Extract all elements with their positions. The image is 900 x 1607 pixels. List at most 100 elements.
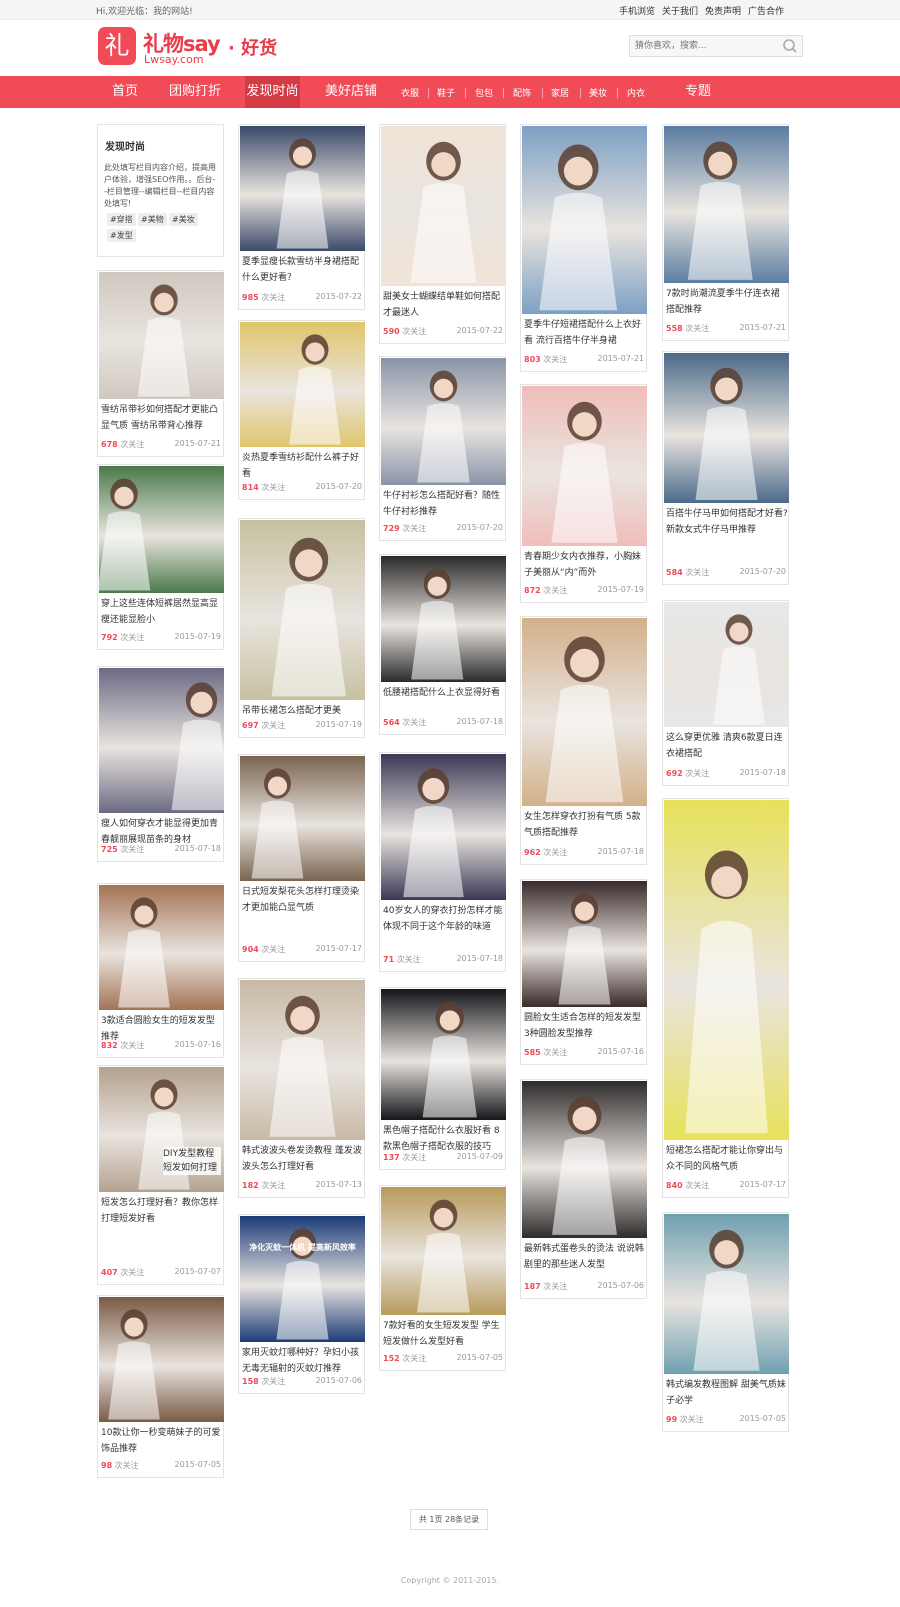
card-title[interactable]: 夏季显瘦长款雪纺半身裙搭配什么更好看？ xyxy=(242,254,364,286)
card-image[interactable] xyxy=(664,126,789,283)
card-title[interactable]: 短裙怎么搭配才能让你穿出与众不同的风格气质 xyxy=(666,1143,788,1175)
feed-card[interactable]: 日式短发梨花头怎样打理烫染才更加能凸显气质 904 次关注 2015-07-17 xyxy=(238,754,365,962)
card-image[interactable] xyxy=(664,800,789,1140)
feed-card[interactable]: 青春期少女内衣推荐，小胸妹子美丽从“内”而外 872 次关注 2015-07-19 xyxy=(520,384,647,603)
feed-card[interactable]: 夏季显瘦长款雪纺半身裙搭配什么更好看？ 985 次关注 2015-07-22 xyxy=(238,124,365,310)
card-image[interactable] xyxy=(522,1081,647,1238)
feed-card[interactable]: 穿上这些连体短裤居然显高显瘦还能显脸小 792 次关注 2015-07-19 xyxy=(97,464,224,650)
ads-link[interactable]: 广告合作 xyxy=(748,7,784,17)
card-title[interactable]: 百搭牛仔马甲如何搭配才好看?新款女式牛仔马甲推荐 xyxy=(666,506,788,538)
card-title[interactable]: 女生怎样穿衣打扮有气质 5款气质搭配推荐 xyxy=(524,809,646,841)
tag-outfit[interactable]: #穿搭 xyxy=(107,213,136,226)
tag-goods[interactable]: #美物 xyxy=(138,213,167,226)
feed-card[interactable]: 圆脸女生适合怎样的短发发型 3种圆脸发型推荐 585 次关注 2015-07-16 xyxy=(520,879,647,1065)
disclaimer-link[interactable]: 免责声明 xyxy=(705,7,741,17)
search-button[interactable] xyxy=(780,37,800,55)
nav-accessories[interactable]: 配饰 xyxy=(513,76,531,108)
card-image[interactable]: DIY发型教程 短发如何打理 xyxy=(99,1067,224,1192)
card-image[interactable] xyxy=(381,126,506,286)
card-title[interactable]: 吊带长裙怎么搭配才更美 xyxy=(242,703,364,719)
card-image[interactable] xyxy=(381,556,506,682)
feed-card[interactable]: 炎热夏季雪纺衫配什么裤子好看 814 次关注 2015-07-20 xyxy=(238,320,365,500)
card-title[interactable]: 雪纺吊带衫如何搭配才更能凸显气质 雪纺吊带背心推荐 xyxy=(101,402,223,434)
feed-card[interactable]: 3款适合圆脸女生的短发发型推荐 832 次关注 2015-07-16 xyxy=(97,883,224,1058)
card-title[interactable]: 夏季牛仔短裙搭配什么上衣好看 流行百搭牛仔半身裙 xyxy=(524,317,646,349)
card-image[interactable] xyxy=(99,272,224,399)
feed-card[interactable]: 黑色帽子搭配什么衣服好看 8款黑色帽子搭配衣服的技巧 137 次关注 2015-07… xyxy=(379,987,506,1170)
card-title[interactable]: 40岁女人的穿衣打扮怎样才能体现不同于这个年龄的味道 xyxy=(383,903,505,935)
card-image[interactable] xyxy=(97,466,224,593)
tag-makeup[interactable]: #美妆 xyxy=(169,213,198,226)
card-image[interactable] xyxy=(522,618,647,806)
tag-hair[interactable]: #发型 xyxy=(107,229,136,242)
feed-card[interactable]: 最新韩式蛋卷头的烫法 说说韩剧里的那些迷人发型 187 次关注 2015-07-06 xyxy=(520,1079,647,1299)
card-title[interactable]: 7款时尚潮流夏季牛仔连衣裙搭配推荐 xyxy=(666,286,788,318)
card-title[interactable]: 韩式波波头卷发烫教程 蓬发波波头怎么打理好看 xyxy=(242,1143,364,1175)
card-title[interactable]: 穿上这些连体短裤居然显高显瘦还能显脸小 xyxy=(101,596,223,628)
feed-card[interactable]: 夏季牛仔短裙搭配什么上衣好看 流行百搭牛仔半身裙 803 次关注 2015-07-2… xyxy=(520,124,647,372)
card-image[interactable] xyxy=(240,756,365,881)
card-image[interactable]: 净化灭蚊一体机 提高新风效率 xyxy=(240,1216,365,1342)
card-image[interactable] xyxy=(381,1187,506,1315)
feed-card[interactable]: 短裙怎么搭配才能让你穿出与众不同的风格气质 840 次关注 2015-07-17 xyxy=(662,798,789,1198)
card-image[interactable] xyxy=(99,885,224,1010)
feed-card[interactable]: DIY发型教程 短发如何打理 短发怎么打理好看？教你怎样打理短发好看 407 次关注… xyxy=(97,1065,224,1285)
logo-icon[interactable]: 礼 xyxy=(98,27,136,65)
card-image[interactable] xyxy=(99,1297,224,1422)
card-title[interactable]: 圆脸女生适合怎样的短发发型 3种圆脸发型推荐 xyxy=(524,1010,646,1042)
card-title[interactable]: 牛仔衬衫怎么搭配好看？随性牛仔衬衫推荐 xyxy=(383,488,505,520)
feed-card[interactable]: 韩式波波头卷发烫教程 蓬发波波头怎么打理好看 182 次关注 2015-07-13 xyxy=(238,978,365,1198)
feed-card[interactable]: 7款好看的女生短发发型 学生短发做什么发型好看 152 次关注 2015-07-05 xyxy=(379,1185,506,1371)
feed-card[interactable]: 这么穿更优雅 清爽6款夏日连衣裙搭配 692 次关注 2015-07-18 xyxy=(662,600,789,786)
card-image[interactable] xyxy=(240,322,365,447)
card-image[interactable] xyxy=(381,989,506,1120)
nav-bags[interactable]: 包包 xyxy=(475,76,493,108)
feed-card[interactable]: 雪纺吊带衫如何搭配才更能凸显气质 雪纺吊带背心推荐 678 次关注 2015-07-… xyxy=(97,270,224,457)
card-image[interactable] xyxy=(522,386,647,546)
card-title[interactable]: 家用灭蚊灯哪种好？孕妇小孩无毒无辐射的灭蚊灯推荐 xyxy=(242,1345,364,1377)
nav-shops[interactable]: 美好店铺 xyxy=(316,76,386,108)
about-link[interactable]: 关于我们 xyxy=(662,7,698,17)
card-title[interactable]: 这么穿更优雅 清爽6款夏日连衣裙搭配 xyxy=(666,730,788,762)
nav-underwear[interactable]: 内衣 xyxy=(627,76,645,108)
card-image[interactable] xyxy=(664,353,789,503)
card-title[interactable]: 低腰裙搭配什么上衣显得好看 xyxy=(383,685,505,701)
nav-discover[interactable]: 发现时尚 xyxy=(245,76,300,108)
feed-card[interactable]: 韩式编发教程图解 甜美气质妹子必学 99 次关注 2015-07-05 xyxy=(662,1212,789,1432)
card-image[interactable] xyxy=(381,754,506,900)
feed-card[interactable]: 甜美女士蝴蝶结单鞋如何搭配才最迷人 590 次关注 2015-07-22 xyxy=(379,124,506,344)
card-image[interactable] xyxy=(240,126,365,251)
mobile-link[interactable]: 手机浏览 xyxy=(619,7,655,17)
nav-home[interactable]: 首页 xyxy=(96,76,154,108)
card-title[interactable]: 短发怎么打理好看？教你怎样打理短发好看 xyxy=(101,1195,223,1227)
feed-card[interactable]: 10款让你一秒变萌妹子的可爱饰品推荐 98 次关注 2015-07-05 xyxy=(97,1295,224,1478)
feed-card[interactable]: 百搭牛仔马甲如何搭配才好看?新款女式牛仔马甲推荐 584 次关注 2015-07-2… xyxy=(662,351,789,585)
card-title[interactable]: 甜美女士蝴蝶结单鞋如何搭配才最迷人 xyxy=(383,289,505,321)
nav-home-decor[interactable]: 家居 xyxy=(551,76,569,108)
card-image[interactable] xyxy=(522,126,647,314)
feed-card[interactable]: 7款时尚潮流夏季牛仔连衣裙搭配推荐 558 次关注 2015-07-21 xyxy=(662,124,789,341)
feed-card[interactable]: 净化灭蚊一体机 提高新风效率 家用灭蚊灯哪种好？孕妇小孩无毒无辐射的灭蚊灯推荐 15… xyxy=(238,1214,365,1394)
card-image[interactable] xyxy=(664,1214,789,1374)
card-title[interactable]: 7款好看的女生短发发型 学生短发做什么发型好看 xyxy=(383,1318,505,1350)
nav-shoes[interactable]: 鞋子 xyxy=(437,76,455,108)
feed-card[interactable]: 40岁女人的穿衣打扮怎样才能体现不同于这个年龄的味道 71 次关注 2015-07-… xyxy=(379,752,506,972)
feed-card[interactable]: 低腰裙搭配什么上衣显得好看 564 次关注 2015-07-18 xyxy=(379,554,506,735)
feed-card[interactable]: 吊带长裙怎么搭配才更美 697 次关注 2015-07-19 xyxy=(238,518,365,738)
card-title[interactable]: 10款让你一秒变萌妹子的可爱饰品推荐 xyxy=(101,1425,223,1457)
nav-clothes[interactable]: 衣服 xyxy=(401,76,419,108)
search-input[interactable] xyxy=(631,37,777,55)
feed-card[interactable]: 牛仔衬衫怎么搭配好看？随性牛仔衬衫推荐 729 次关注 2015-07-20 xyxy=(379,356,506,541)
card-title[interactable]: 最新韩式蛋卷头的烫法 说说韩剧里的那些迷人发型 xyxy=(524,1241,646,1273)
card-title[interactable]: 日式短发梨花头怎样打理烫染才更加能凸显气质 xyxy=(242,884,364,916)
nav-makeup[interactable]: 美妆 xyxy=(589,76,607,108)
card-title[interactable]: 韩式编发教程图解 甜美气质妹子必学 xyxy=(666,1377,788,1409)
nav-special[interactable]: 专题 xyxy=(682,76,714,108)
card-image[interactable] xyxy=(522,881,647,1007)
card-image[interactable] xyxy=(99,668,232,813)
card-image[interactable] xyxy=(664,602,789,727)
nav-group-buy[interactable]: 团购打折 xyxy=(160,76,230,108)
feed-card[interactable]: 女生怎样穿衣打扮有气质 5款气质搭配推荐 962 次关注 2015-07-18 xyxy=(520,616,647,865)
card-title[interactable]: 黑色帽子搭配什么衣服好看 8款黑色帽子搭配衣服的技巧 xyxy=(383,1123,505,1155)
card-image[interactable] xyxy=(240,980,365,1140)
